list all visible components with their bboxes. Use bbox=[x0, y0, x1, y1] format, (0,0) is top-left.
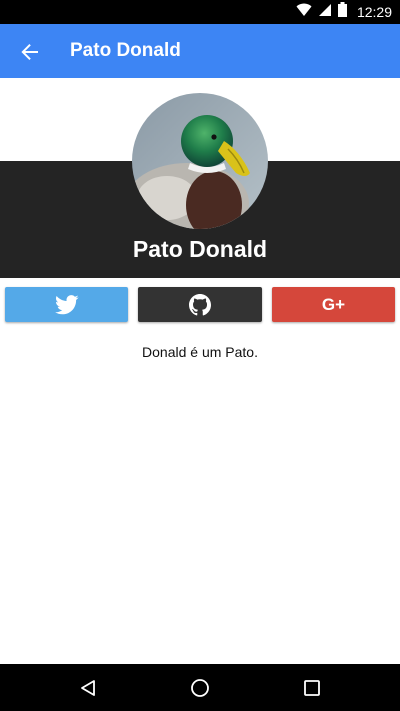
home-circle-icon bbox=[191, 679, 209, 697]
nav-recents-button[interactable] bbox=[296, 672, 328, 704]
battery-icon bbox=[337, 2, 347, 22]
github-icon bbox=[189, 293, 211, 315]
github-button[interactable] bbox=[138, 287, 262, 322]
app-bar: Pato Donald bbox=[0, 24, 400, 78]
profile-name: Pato Donald bbox=[132, 236, 268, 262]
wifi-icon bbox=[296, 3, 312, 22]
avatar bbox=[132, 93, 268, 229]
recents-square-icon bbox=[304, 680, 320, 696]
nav-home-button[interactable] bbox=[184, 672, 216, 704]
back-button[interactable] bbox=[14, 36, 46, 68]
social-buttons: G+ bbox=[0, 287, 400, 323]
status-bar: 12:29 bbox=[0, 0, 400, 24]
nav-back-button[interactable] bbox=[72, 672, 104, 704]
signal-icon bbox=[318, 3, 332, 22]
google-plus-icon: G+ bbox=[321, 294, 346, 314]
page-title: Pato Donald bbox=[70, 40, 181, 61]
profile-bio: Donald é um Pato. bbox=[142, 344, 258, 360]
system-nav-bar bbox=[0, 664, 400, 711]
twitter-icon bbox=[54, 294, 79, 314]
google-plus-button[interactable]: G+ bbox=[272, 287, 395, 322]
status-icons: 12:29 bbox=[296, 0, 392, 24]
twitter-button[interactable] bbox=[5, 287, 128, 322]
status-time: 12:29 bbox=[356, 4, 392, 20]
back-triangle-icon bbox=[81, 680, 95, 696]
arrow-back-icon bbox=[21, 44, 38, 60]
